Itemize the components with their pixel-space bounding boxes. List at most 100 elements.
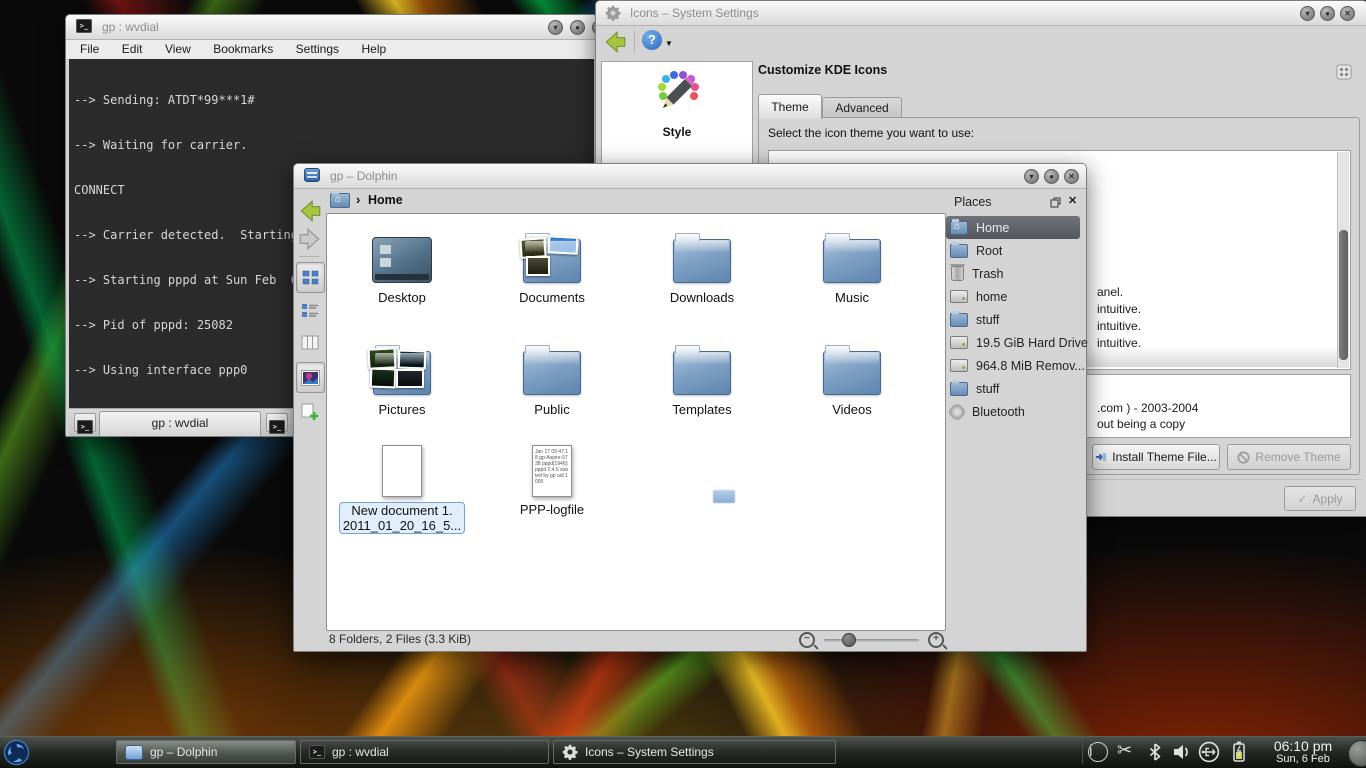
- float-panel-icon[interactable]: [1050, 197, 1061, 208]
- close-button[interactable]: ✕: [1064, 169, 1079, 184]
- place-item-home-drive[interactable]: home: [946, 285, 1080, 308]
- konsole-tab[interactable]: gp : wvdial: [99, 411, 261, 436]
- minimize-button[interactable]: ▾: [1300, 6, 1315, 21]
- zoom-slider-handle[interactable]: [842, 633, 856, 647]
- launcher-button[interactable]: [3, 739, 30, 771]
- file-item[interactable]: Jan 17 09:47:18 gp-Aspire-5738 pppd[1946…: [482, 435, 622, 517]
- folder-icon: [950, 382, 968, 396]
- folder-label: Templates: [632, 402, 772, 417]
- menu-view[interactable]: View: [165, 42, 191, 56]
- file-view[interactable]: Desktop Documents Downloads Music: [326, 213, 946, 631]
- konsole-menubar: File Edit View Bookmarks Settings Help: [66, 40, 597, 60]
- back-icon[interactable]: [602, 29, 628, 55]
- folder-item[interactable]: Templates: [632, 337, 772, 417]
- terminal-icon: >_: [77, 420, 93, 434]
- info-icon[interactable]: i: [1088, 742, 1108, 762]
- place-label: Root: [976, 244, 1002, 258]
- chevron-down-icon[interactable]: ▼: [665, 39, 673, 48]
- scrollbar[interactable]: [1337, 152, 1349, 368]
- maximize-button[interactable]: ●: [1044, 169, 1059, 184]
- details-view-button[interactable]: [296, 296, 323, 325]
- tab-list-button[interactable]: >_: [266, 413, 288, 432]
- folder-item[interactable]: Desktop: [332, 225, 472, 305]
- home-folder-icon[interactable]: ⌂: [330, 193, 350, 208]
- new-tab-button[interactable]: >_: [74, 413, 96, 432]
- file-label: PPP-logfile: [482, 502, 622, 517]
- place-label: Trash: [972, 267, 1004, 281]
- close-panel-icon[interactable]: ✕: [1068, 194, 1077, 207]
- klipper-scissors-icon[interactable]: ✂: [1117, 740, 1132, 761]
- maximize-button[interactable]: ●: [1320, 6, 1335, 21]
- place-label: 19.5 GiB Hard Drive: [976, 336, 1088, 350]
- remove-theme-button[interactable]: Remove Theme: [1227, 444, 1351, 470]
- konsole-titlebar[interactable]: >_ gp : wvdial ▾ ● ✕: [66, 15, 597, 40]
- help-icon[interactable]: ?: [642, 30, 662, 50]
- place-label: home: [976, 290, 1007, 304]
- task-system-settings[interactable]: Icons – System Settings: [553, 740, 836, 764]
- battery-icon[interactable]: [1230, 740, 1248, 764]
- icons-view-icon: [302, 269, 320, 287]
- close-button[interactable]: ✕: [1340, 6, 1355, 21]
- dolphin-titlebar[interactable]: gp – Dolphin ▾ ● ✕: [294, 164, 1086, 189]
- preview-toggle-button[interactable]: [296, 362, 325, 393]
- icons-view-button[interactable]: [296, 262, 325, 293]
- tray-separator: [1082, 741, 1083, 764]
- bluetooth-icon[interactable]: [1146, 742, 1164, 762]
- place-item-stuff2[interactable]: stuff: [946, 377, 1080, 400]
- description-text: .com ) - 2003-2004: [1097, 401, 1198, 415]
- tab-theme[interactable]: Theme: [758, 94, 822, 119]
- folder-item[interactable]: Public: [482, 337, 622, 417]
- place-item-root[interactable]: Root: [946, 239, 1080, 262]
- place-item-removable[interactable]: 964.8 MiB Remov...: [946, 354, 1080, 377]
- system-settings-titlebar[interactable]: Icons – System Settings ▾ ● ✕: [596, 1, 1366, 26]
- place-item-bluetooth[interactable]: Bluetooth: [946, 400, 1080, 423]
- minimize-button[interactable]: ▾: [548, 20, 563, 35]
- overview-grid-icon[interactable]: [1336, 64, 1352, 80]
- folder-label: Videos: [782, 402, 922, 417]
- install-theme-button[interactable]: Install Theme File...: [1092, 444, 1220, 470]
- zoom-slider-track[interactable]: [824, 639, 919, 642]
- folder-item[interactable]: Downloads: [632, 225, 772, 305]
- folder-item[interactable]: Documents: [482, 225, 622, 305]
- task-dolphin[interactable]: gp – Dolphin: [116, 740, 296, 764]
- menu-bookmarks[interactable]: Bookmarks: [213, 42, 273, 56]
- apply-button[interactable]: ✓ Apply: [1284, 486, 1356, 511]
- folder-item[interactable]: Music: [782, 225, 922, 305]
- split-view-button[interactable]: [296, 397, 323, 426]
- dolphin-toolbar: [294, 212, 325, 651]
- breadcrumb-home[interactable]: Home: [368, 193, 403, 207]
- menu-edit[interactable]: Edit: [122, 42, 143, 56]
- columns-view-button[interactable]: [296, 328, 323, 357]
- volume-icon[interactable]: [1172, 743, 1192, 761]
- file-item-selected[interactable]: New document 1.2011_01_20_16_5...: [332, 435, 472, 534]
- konsole-title: gp : wvdial: [102, 20, 159, 34]
- place-item-hard-drive[interactable]: 19.5 GiB Hard Drive: [946, 331, 1080, 354]
- panel-cashew-icon[interactable]: [1348, 740, 1366, 767]
- toolbar-separator: [299, 256, 319, 257]
- menu-help[interactable]: Help: [361, 42, 386, 56]
- zoom-in-icon[interactable]: +: [928, 632, 944, 648]
- toolbar-separator: [634, 31, 635, 53]
- minimize-button[interactable]: ▾: [1024, 169, 1039, 184]
- scrollbar-thumb[interactable]: [1339, 230, 1348, 360]
- task-konsole[interactable]: >_ gp : wvdial: [300, 740, 549, 764]
- tab-advanced[interactable]: Advanced: [822, 97, 902, 119]
- place-item-stuff[interactable]: stuff: [946, 308, 1080, 331]
- folder-item[interactable]: Pictures: [332, 337, 472, 417]
- maximize-button[interactable]: ●: [570, 20, 585, 35]
- gear-icon: [950, 405, 964, 419]
- clock[interactable]: 06:10 pm Sun, 6 Feb: [1262, 738, 1344, 765]
- back-button[interactable]: [296, 196, 323, 225]
- module-label: Style: [602, 125, 752, 139]
- menu-settings[interactable]: Settings: [296, 42, 339, 56]
- place-item-trash[interactable]: Trash: [946, 262, 1080, 285]
- place-item-home[interactable]: ⌂ Home: [946, 216, 1080, 239]
- folder-item[interactable]: Videos: [782, 337, 922, 417]
- menu-file[interactable]: File: [80, 42, 99, 56]
- zoom-out-icon[interactable]: −: [799, 632, 815, 648]
- module-item-style[interactable]: Style: [602, 70, 752, 139]
- usb-device-icon[interactable]: [1198, 741, 1220, 763]
- drag-ghost: [713, 490, 735, 503]
- forward-button[interactable]: [296, 224, 323, 253]
- dolphin-window: gp – Dolphin ▾ ● ✕ ⌂ › Home: [293, 163, 1087, 652]
